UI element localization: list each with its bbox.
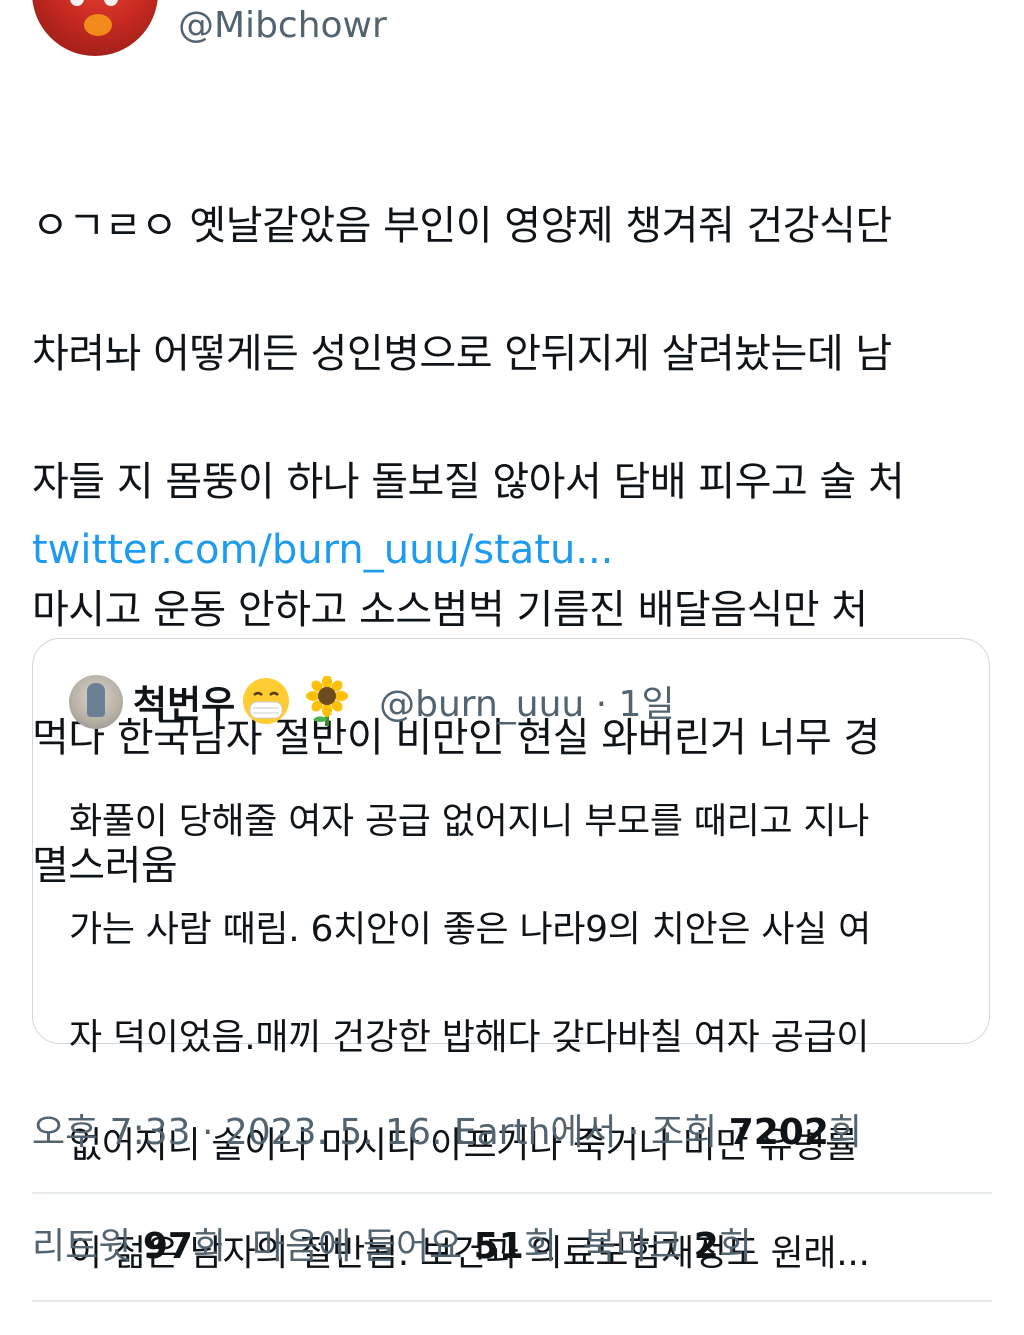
bookmarks-count: 2 [693, 1226, 719, 1267]
tweet-text-line: 자들 지 몸뚱이 하나 돌보질 않아서 담배 피우고 술 처 [32, 459, 905, 505]
retweets-count: 97 [142, 1226, 193, 1267]
author-avatar[interactable] [32, 0, 158, 56]
likes-suffix: 회 [523, 1226, 557, 1267]
tweet-text-line: 차려놔 어떻게든 성인병으로 안뒤지게 살려놨는데 남 [32, 331, 892, 377]
bookmarks-suffix: 회 [718, 1226, 752, 1267]
meta-separator: · [190, 1112, 225, 1153]
avatar-eye [70, 0, 84, 6]
bookmarks-stat[interactable]: 북마크 2회 [583, 1222, 752, 1272]
avatar-nose [84, 14, 112, 36]
tweet-stats: 리트윗 97회 마음에 들어요 51회 북마크 2회 [32, 1222, 778, 1272]
likes-label: 마음에 들어요 [252, 1226, 474, 1267]
quoted-author-handle-time[interactable]: @burn_uuu · 1일 [379, 675, 674, 727]
views-suffix: 회 [828, 1112, 863, 1153]
tweet-date[interactable]: 2023. 5. 16. [225, 1112, 443, 1153]
tweet-time[interactable]: 오후 7:33 [32, 1112, 191, 1153]
quoted-tweet-card[interactable]: 척번우 @burn_uuu · 1일 화풀이 당해줄 여자 공급 없어지니 부모… [32, 638, 990, 1274]
quoted-text-line: 가는 사람 때림. 6치안이 좋은 나라9의 치안은 사실 여 [69, 909, 871, 950]
face-with-medical-mask-icon [241, 676, 291, 726]
quoted-text-line: 화풀이 당해줄 여자 공급 없어지니 부모를 때리고 지나 [69, 801, 870, 842]
views-count: 7202 [728, 1112, 829, 1153]
tweet-link[interactable]: twitter.com/burn_uuu/statu... [32, 518, 613, 582]
quoted-text-line: 자 덕이었음.매끼 건강한 밥해다 갖다바칠 여자 공급이 [69, 1017, 870, 1058]
quoted-author-avatar[interactable] [69, 675, 123, 729]
author-handle[interactable]: @Mibchowr [178, 2, 387, 50]
views-label: 조회 [651, 1112, 729, 1153]
tweet-text-line: ㅇㄱㄹㅇ 옛날같았음 부인이 영양제 챙겨줘 건강식단 [32, 203, 892, 249]
bookmarks-label: 북마크 [582, 1226, 694, 1267]
tweet-text-line: 마시고 운동 안하고 소스범벅 기름진 배달음식만 처 [32, 587, 868, 633]
quoted-tweet-header: 척번우 @burn_uuu · 1일 [133, 671, 675, 731]
likes-stat[interactable]: 마음에 들어요 51회 [252, 1222, 557, 1272]
tweet-meta: 오후 7:33 · 2023. 5. 16. Earth에서 · 조회 7202… [32, 1108, 862, 1158]
avatar-figure [87, 683, 105, 717]
divider [32, 1192, 992, 1194]
retweets-label: 리트윗 [32, 1226, 143, 1267]
meta-separator: · [616, 1112, 651, 1153]
retweets-suffix: 회 [192, 1226, 227, 1267]
tweet-source: Earth에서 [442, 1112, 617, 1153]
divider [32, 1300, 992, 1302]
retweets-stat[interactable]: 리트윗 97회 [32, 1222, 226, 1272]
quoted-author-name[interactable]: 척번우 [133, 674, 235, 728]
likes-count: 51 [473, 1226, 524, 1267]
sunflower-icon [303, 675, 351, 726]
avatar-eye [104, 0, 118, 6]
